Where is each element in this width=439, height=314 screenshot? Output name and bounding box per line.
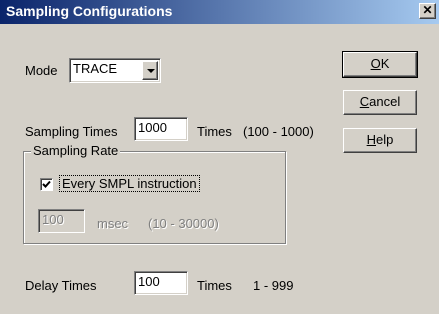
ok-mnemonic: O [370,56,381,71]
sampling-interval-value: 100 [42,212,64,227]
sampling-interval-range: (10 - 30000) [148,216,219,231]
help-label-rest: elp [376,132,394,147]
mode-label: Mode [25,63,58,78]
sampling-times-input[interactable]: 1000 [134,117,188,141]
ok-label-rest: K [380,56,390,71]
mode-value: TRACE [73,61,118,76]
sampling-times-unit: Times [197,124,232,139]
close-button[interactable]: ✕ [419,3,436,19]
delay-times-input[interactable]: 100 [134,271,188,295]
every-smpl-label[interactable]: Every SMPL instruction [59,175,200,192]
ok-button[interactable]: OK [342,51,418,78]
delay-times-unit: Times [197,278,232,293]
sampling-times-value: 1000 [138,120,167,135]
sampling-times-label: Sampling Times [25,124,118,139]
delay-times-range: 1 - 999 [253,278,294,293]
delay-times-value: 100 [138,274,160,289]
close-icon: ✕ [422,3,433,17]
help-button[interactable]: Help [343,128,417,153]
cancel-button[interactable]: Cancel [343,90,417,115]
chevron-down-icon[interactable] [142,61,158,80]
mode-dropdown[interactable]: TRACE [69,58,161,83]
cancel-mnemonic: C [359,94,370,109]
sampling-interval-input[interactable]: 100 [38,209,85,233]
every-smpl-checkbox[interactable] [40,178,53,191]
cancel-label-rest: ancel [369,94,401,109]
help-mnemonic: H [366,132,377,147]
delay-times-label: Delay Times [25,278,97,293]
checkmark-icon [42,180,51,188]
sampling-interval-unit: msec [97,216,129,231]
sampling-times-range: (100 - 1000) [243,124,314,139]
sampling-rate-group-label: Sampling Rate [31,143,121,158]
window-title: Sampling Configurations [6,3,173,19]
title-bar[interactable]: Sampling Configurations ✕ [0,0,439,24]
